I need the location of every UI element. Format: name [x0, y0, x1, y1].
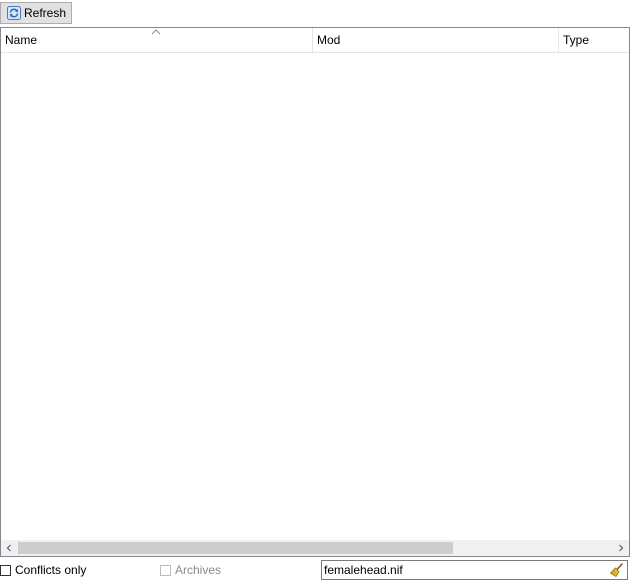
column-header-mod[interactable]: Mod	[312, 28, 558, 52]
archives-label: Archives	[175, 563, 222, 577]
filter-field[interactable]	[321, 560, 628, 580]
column-header-type[interactable]: Type	[558, 28, 629, 52]
archives-box[interactable]	[160, 564, 171, 576]
filter-input[interactable]	[322, 562, 608, 578]
column-name-label: Name	[5, 33, 38, 47]
horizontal-scrollbar[interactable]	[1, 540, 629, 556]
archives-checkbox[interactable]: Archives	[160, 563, 221, 577]
conflicts-only-box[interactable]	[0, 564, 11, 576]
scroll-right-icon[interactable]	[613, 540, 629, 556]
conflicts-only-checkbox[interactable]: Conflicts only	[0, 563, 86, 577]
refresh-icon	[7, 6, 21, 20]
data-tab-panel: Refresh Name Mod Type Conflicts only Arc…	[0, 0, 642, 584]
scroll-left-icon[interactable]	[1, 540, 17, 556]
refresh-button[interactable]: Refresh	[0, 2, 72, 24]
footer-bar: Conflicts only Archives	[0, 559, 642, 583]
column-type-label: Type	[563, 33, 590, 47]
refresh-label: Refresh	[24, 6, 67, 20]
file-tree-view[interactable]: Name Mod Type	[0, 27, 630, 557]
column-header-name[interactable]: Name	[1, 28, 312, 52]
broom-icon[interactable]	[608, 561, 626, 579]
table-body[interactable]	[1, 53, 629, 541]
conflicts-only-label: Conflicts only	[15, 563, 87, 577]
sort-ascending-icon	[151, 25, 161, 35]
table-header: Name Mod Type	[1, 28, 629, 53]
scrollbar-thumb[interactable]	[18, 542, 453, 554]
column-mod-label: Mod	[317, 33, 341, 47]
